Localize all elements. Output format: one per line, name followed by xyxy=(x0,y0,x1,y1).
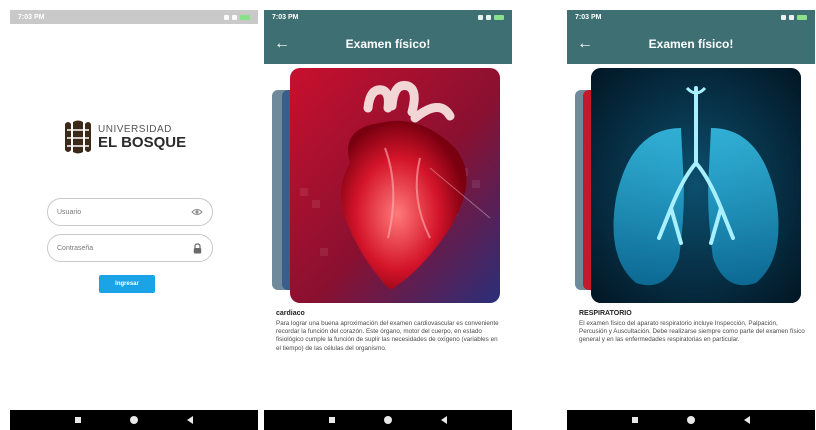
lungs-card[interactable] xyxy=(591,68,801,303)
arrow-left-icon[interactable]: ← xyxy=(264,24,300,64)
home-icon[interactable] xyxy=(129,416,138,424)
recent-apps-icon[interactable] xyxy=(74,417,81,423)
status-icons xyxy=(478,14,504,20)
password-placeholder: Contraseña xyxy=(57,244,94,252)
login-screen: 7:03 PM UNIVERSIDAD EL BOSQUE Usuario Co… xyxy=(10,10,258,430)
password-field[interactable]: Contraseña xyxy=(47,234,213,262)
status-time: 7:03 PM xyxy=(272,13,299,21)
lungs-illustration xyxy=(591,68,801,303)
logo-line-1: UNIVERSIDAD xyxy=(98,123,172,135)
lock-icon xyxy=(191,242,203,254)
card-title: RESPIRATORIO xyxy=(579,310,632,317)
status-time: 7:03 PM xyxy=(18,13,45,21)
battery-icon xyxy=(797,14,807,20)
card-description: El examen físico del aparato respiratori… xyxy=(579,320,805,344)
app-bar: ← Examen físico! xyxy=(264,24,512,64)
login-button[interactable]: Ingresar xyxy=(99,275,155,293)
heart-card[interactable] xyxy=(290,68,500,303)
university-crest-icon xyxy=(65,120,91,154)
status-time: 7:03 PM xyxy=(575,13,602,21)
status-icons xyxy=(781,14,807,20)
page-title: Examen físico! xyxy=(648,37,734,51)
nav-back-icon[interactable] xyxy=(187,416,194,424)
page-title: Examen físico! xyxy=(345,37,431,51)
nav-back-icon[interactable] xyxy=(441,416,448,424)
wifi-icon xyxy=(789,14,794,20)
system-nav-bar xyxy=(10,410,258,430)
signal-icon xyxy=(781,14,786,20)
card-description: Para lograr una buena aproximación del e… xyxy=(276,320,499,352)
wifi-icon xyxy=(486,14,491,20)
home-icon[interactable] xyxy=(383,416,392,424)
battery-icon xyxy=(240,14,250,20)
logo-line-2: EL BOSQUE xyxy=(98,133,187,151)
system-nav-bar xyxy=(567,410,815,430)
university-logo: UNIVERSIDAD EL BOSQUE xyxy=(62,120,186,154)
username-placeholder: Usuario xyxy=(57,208,82,216)
signal-icon xyxy=(224,14,229,20)
status-bar: 7:03 PM xyxy=(264,10,512,24)
signal-icon xyxy=(478,14,483,20)
wifi-icon xyxy=(232,14,237,20)
logo-text: UNIVERSIDAD EL BOSQUE xyxy=(98,123,187,151)
battery-icon xyxy=(494,14,504,20)
status-icons xyxy=(224,14,250,20)
recent-apps-icon[interactable] xyxy=(631,417,638,423)
nav-back-icon[interactable] xyxy=(744,416,751,424)
eye-icon[interactable] xyxy=(191,206,203,218)
recent-apps-icon[interactable] xyxy=(328,417,335,423)
home-icon[interactable] xyxy=(686,416,695,424)
system-nav-bar xyxy=(264,410,512,430)
username-field[interactable]: Usuario xyxy=(47,198,213,226)
heart-illustration xyxy=(290,68,500,303)
status-bar: 7:03 PM xyxy=(10,10,258,24)
card-title: cardiaco xyxy=(276,310,305,317)
app-bar: ← Examen físico! xyxy=(567,24,815,64)
cardiac-exam-screen: 7:03 PM ← Examen físico! cardiaco Para l… xyxy=(264,10,512,430)
arrow-left-icon[interactable]: ← xyxy=(567,24,603,64)
status-bar: 7:03 PM xyxy=(567,10,815,24)
respiratory-exam-screen: 7:03 PM ← Examen físico! RESPIRATORIO El… xyxy=(567,10,815,430)
